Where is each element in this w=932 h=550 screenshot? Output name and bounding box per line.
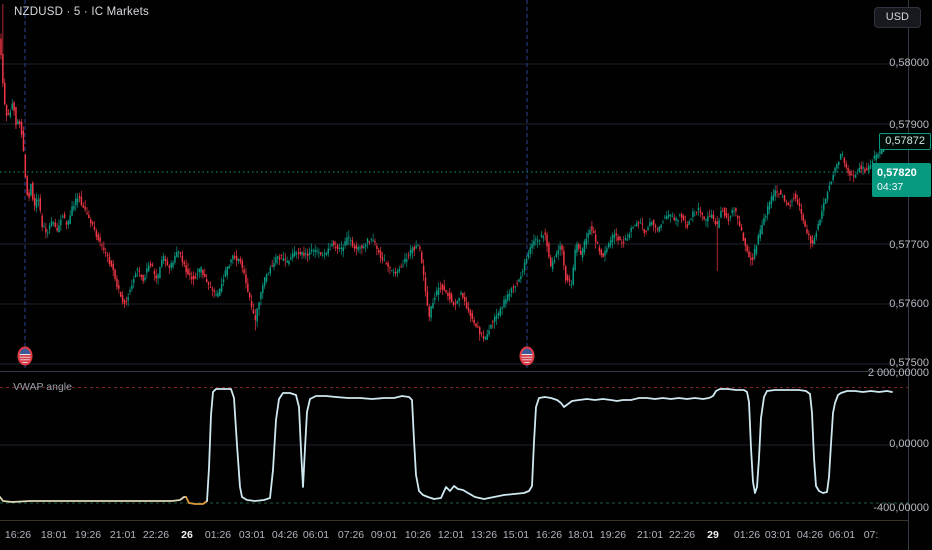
pane-separator[interactable] bbox=[0, 371, 908, 372]
time-tick: 22:26 bbox=[668, 529, 696, 541]
time-tick: 16:26 bbox=[535, 529, 563, 541]
time-tick: 15:01 bbox=[502, 529, 530, 541]
us-economic-event-icon[interactable] bbox=[17, 346, 33, 366]
time-tick: 06:01 bbox=[302, 529, 330, 541]
time-tick: 21:01 bbox=[636, 529, 664, 541]
time-tick: 13:26 bbox=[470, 529, 498, 541]
countdown-price-value: 0,57820 bbox=[877, 167, 917, 179]
time-axis[interactable] bbox=[0, 521, 932, 550]
bar-countdown-timer: 04:37 bbox=[877, 181, 904, 193]
time-tick: 04:26 bbox=[796, 529, 824, 541]
time-tick: 19:26 bbox=[74, 529, 102, 541]
time-tick: 18:01 bbox=[567, 529, 595, 541]
countdown-price-label: 0,57820 04:37 bbox=[872, 163, 931, 197]
time-tick: 03:01 bbox=[238, 529, 266, 541]
time-tick: 19:26 bbox=[599, 529, 627, 541]
indicator-tick: 0,00000 bbox=[889, 438, 929, 450]
last-price-label: 0,57872 bbox=[879, 133, 931, 150]
time-tick: 18:01 bbox=[40, 529, 68, 541]
currency-button[interactable]: USD bbox=[873, 7, 921, 28]
indicator-legend-label[interactable]: VWAP angle bbox=[13, 381, 72, 393]
time-tick: 04:26 bbox=[271, 529, 299, 541]
time-tick: 21:01 bbox=[109, 529, 137, 541]
date-tick: 29 bbox=[707, 529, 719, 541]
date-tick: 26 bbox=[181, 529, 193, 541]
time-tick: 07:26 bbox=[337, 529, 365, 541]
us-economic-event-icon[interactable] bbox=[519, 346, 535, 366]
time-tick: 09:01 bbox=[370, 529, 398, 541]
price-tick: 0,57700 bbox=[889, 239, 929, 251]
time-tick: 03:01 bbox=[764, 529, 792, 541]
trading-chart-window: NZDUSD · 5 · IC Markets VWAP angle USD 0… bbox=[0, 0, 932, 550]
indicator-tick: -400,00000 bbox=[873, 502, 929, 514]
price-tick: 0,58000 bbox=[889, 57, 929, 69]
vwap-angle-plot[interactable] bbox=[0, 372, 908, 520]
candlestick-plot[interactable] bbox=[0, 0, 908, 371]
time-tick: 10:26 bbox=[404, 529, 432, 541]
time-tick: 01:26 bbox=[204, 529, 232, 541]
time-tick: 06:01 bbox=[828, 529, 856, 541]
price-tick: 0,57600 bbox=[889, 298, 929, 310]
time-tick: 01:26 bbox=[733, 529, 761, 541]
symbol-title[interactable]: NZDUSD · 5 · IC Markets bbox=[14, 6, 149, 18]
time-tick: 22:26 bbox=[142, 529, 170, 541]
price-tick: 0,57900 bbox=[889, 119, 929, 131]
indicator-tick: 2 000,00000 bbox=[867, 367, 929, 379]
time-tick: 07: bbox=[863, 529, 879, 541]
time-tick: 12:01 bbox=[437, 529, 465, 541]
time-tick: 16:26 bbox=[4, 529, 32, 541]
